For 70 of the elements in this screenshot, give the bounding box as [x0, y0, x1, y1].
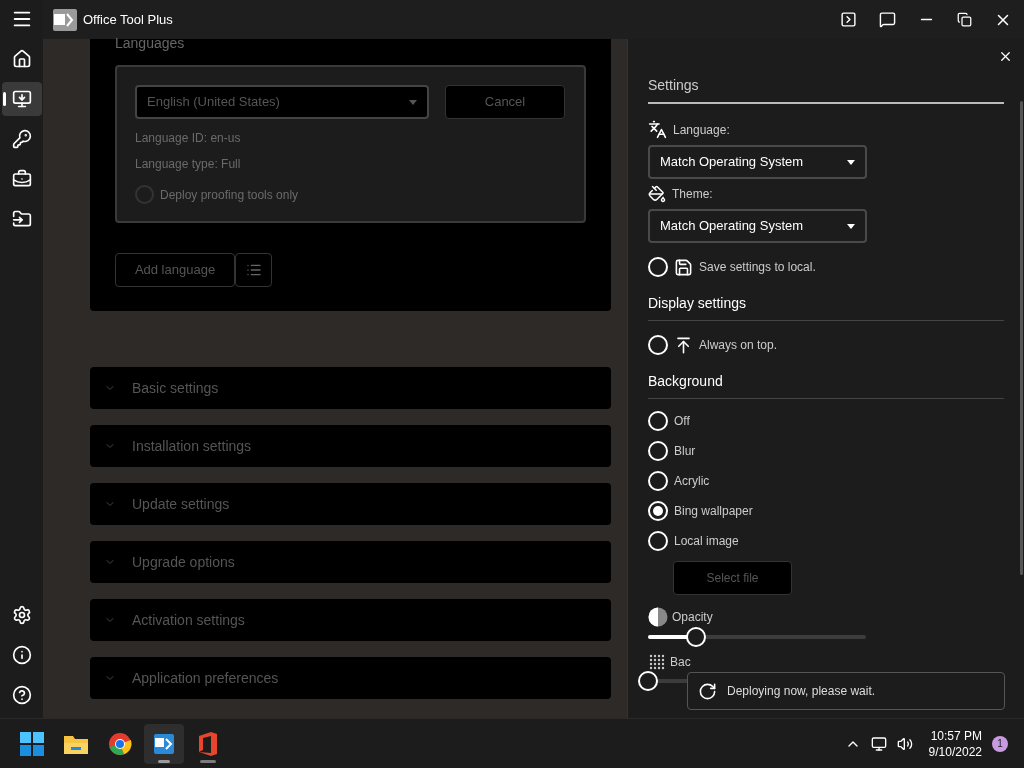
- notification-badge[interactable]: 1: [992, 735, 1008, 752]
- info-icon: [11, 645, 32, 665]
- translate-icon: [648, 120, 667, 139]
- dot-grid-icon: [648, 653, 666, 671]
- slider-thumb[interactable]: [638, 671, 658, 691]
- collapsible-section[interactable]: Update settings: [90, 483, 611, 525]
- app-logo-icon: [53, 8, 77, 31]
- office-logo-icon: [197, 731, 219, 756]
- help-icon: [11, 685, 32, 705]
- section-heading: Display settings: [648, 293, 1004, 321]
- close-icon[interactable]: [998, 49, 1013, 64]
- option-label: Save settings to local.: [699, 259, 816, 276]
- dropdown[interactable]: Match Operating System: [648, 145, 867, 179]
- option-label: Acrylic: [674, 473, 710, 490]
- toolbox-icon: [11, 169, 32, 189]
- section-heading: Background: [648, 371, 1004, 399]
- language-type-text: Language type: Full: [135, 156, 242, 173]
- arrow-up-to-line-icon: [674, 335, 693, 355]
- caret-icon: [847, 223, 855, 229]
- option-label: Always on top.: [699, 337, 778, 354]
- restore-icon[interactable]: [957, 12, 972, 27]
- home-icon: [11, 49, 32, 69]
- option-label: Bing wallpaper: [674, 503, 753, 520]
- panel-title: Settings: [648, 75, 1004, 104]
- terminal-icon[interactable]: [840, 11, 857, 28]
- field-label: Language:: [673, 121, 730, 139]
- windows-logo-icon: [20, 731, 44, 756]
- option-label: Deploy proofing tools only: [160, 186, 299, 204]
- toast-notification: Deploying now, please wait.: [687, 672, 1005, 710]
- collapsible-section[interactable]: Activation settings: [90, 599, 611, 641]
- app-logo-icon: [152, 731, 176, 756]
- option-label: Blur: [674, 443, 696, 460]
- select-file-button[interactable]: Select file: [673, 561, 792, 595]
- collapsible-section[interactable]: Upgrade options: [90, 541, 611, 583]
- clock-date[interactable]: 9/10/2022: [928, 743, 982, 760]
- caret-icon: [409, 99, 417, 105]
- option-label: Bac: [670, 654, 691, 671]
- cancel-button[interactable]: Cancel: [445, 85, 565, 119]
- radio-button[interactable]: [135, 185, 154, 204]
- taskbar-app[interactable]: [144, 723, 184, 764]
- paint-bucket-icon: [648, 185, 666, 203]
- list-icon: [245, 262, 262, 278]
- option-label: Opacity: [672, 609, 713, 626]
- collapsible-section[interactable]: Basic settings: [90, 367, 611, 409]
- add-language-button[interactable]: Add language: [115, 253, 235, 287]
- option-label: Local image: [674, 533, 739, 550]
- feedback-icon[interactable]: [879, 11, 896, 28]
- language-id-text: Language ID: en-us: [135, 130, 242, 147]
- slider-thumb[interactable]: [685, 627, 706, 647]
- monitor-download-icon: [11, 89, 32, 109]
- clock-time[interactable]: 10:57 PM: [930, 727, 982, 744]
- language-dropdown[interactable]: English (United States): [135, 85, 429, 119]
- scrollbar-thumb[interactable]: [1020, 101, 1023, 575]
- dropdown[interactable]: Match Operating System: [648, 209, 867, 243]
- browser-icon: [108, 731, 132, 756]
- loading-spinner-icon: [698, 681, 717, 701]
- field-label: Theme:: [672, 186, 713, 203]
- key-icon: [11, 129, 32, 149]
- collapsible-section[interactable]: Application preferences: [90, 657, 611, 699]
- section-title: Languages: [115, 35, 186, 51]
- opacity-icon: [648, 607, 668, 627]
- save-icon: [674, 257, 693, 277]
- collapsible-section[interactable]: Installation settings: [90, 425, 611, 467]
- window-title: Office Tool Plus: [83, 10, 173, 29]
- settings-icon: [11, 605, 32, 625]
- folder-arrow-icon: [11, 209, 32, 229]
- caret-icon: [847, 159, 855, 165]
- option-label: Off: [674, 413, 690, 430]
- speaker-icon[interactable]: [896, 735, 913, 752]
- sidebar-item[interactable]: [1, 82, 42, 116]
